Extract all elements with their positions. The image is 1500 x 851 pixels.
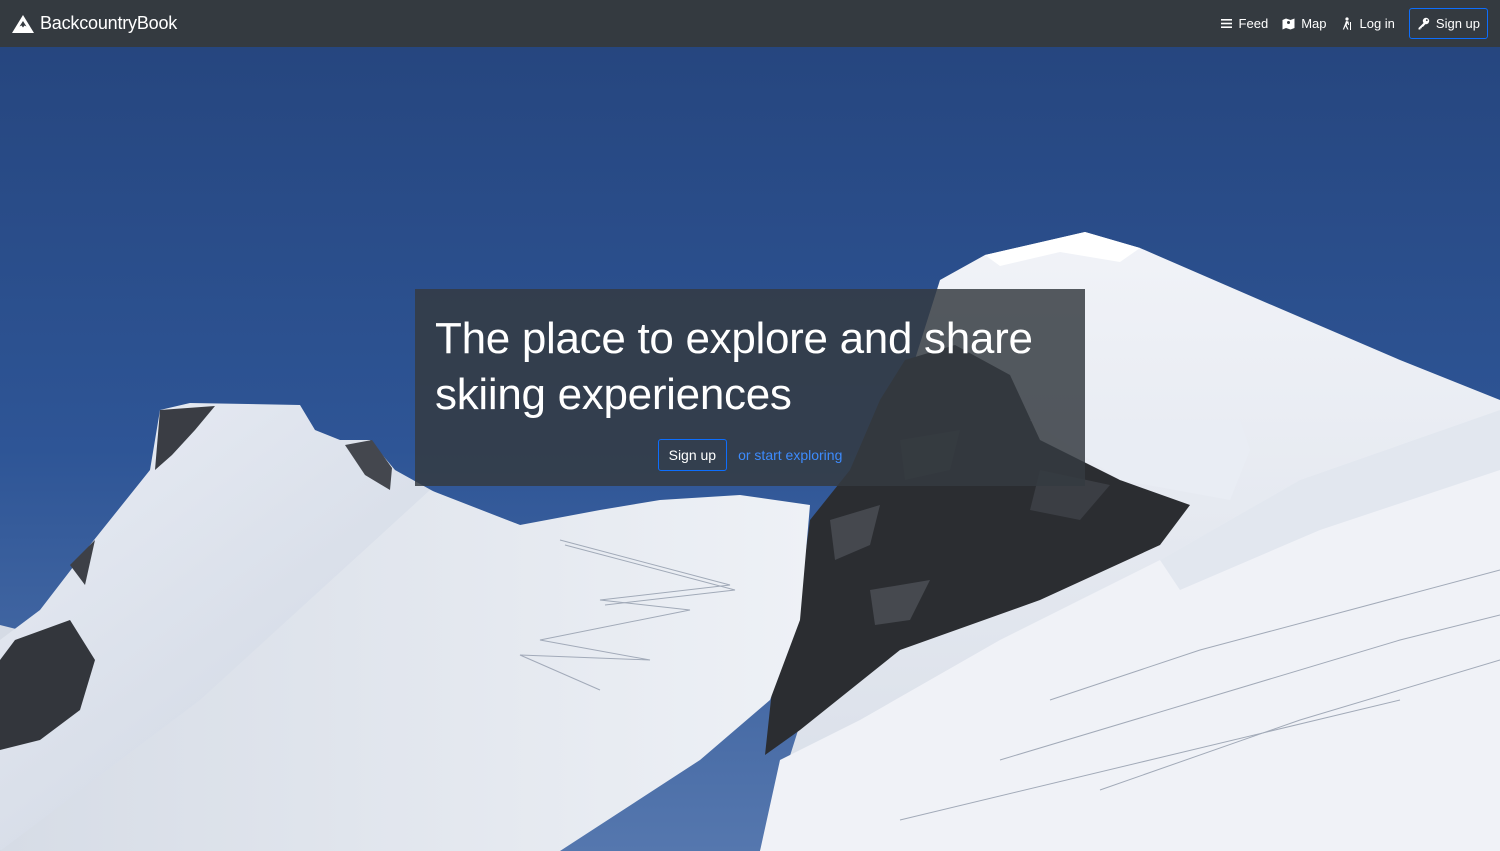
hero-card: The place to explore and share skiing ex… (415, 289, 1085, 486)
start-exploring-link[interactable]: or start exploring (738, 447, 842, 463)
nav-map-link[interactable]: Map (1282, 16, 1326, 31)
hero-headline: The place to explore and share skiing ex… (435, 314, 1033, 419)
mountain-icon (12, 14, 34, 33)
hero-actions: Sign up or start exploring (435, 439, 1065, 471)
top-navbar: BackcountryBook Feed Map Log in Sign up (0, 0, 1500, 47)
hero-signup-button[interactable]: Sign up (657, 439, 728, 471)
nav-feed-label: Feed (1238, 16, 1269, 31)
nav-links: Feed Map Log in Sign up (1206, 8, 1488, 39)
nav-signup-label: Sign up (1435, 16, 1480, 31)
map-icon (1282, 18, 1295, 30)
hiker-icon (1343, 17, 1352, 30)
brand-link[interactable]: BackcountryBook (12, 13, 177, 34)
nav-map-label: Map (1301, 16, 1327, 31)
nav-feed-link[interactable]: Feed (1220, 16, 1269, 31)
nav-signup-button[interactable]: Sign up (1408, 8, 1488, 39)
nav-login-label: Log in (1359, 16, 1395, 31)
brand-name: BackcountryBook (40, 13, 178, 33)
list-icon (1220, 19, 1232, 28)
key-icon (1418, 17, 1430, 30)
nav-login-link[interactable]: Log in (1340, 16, 1395, 31)
